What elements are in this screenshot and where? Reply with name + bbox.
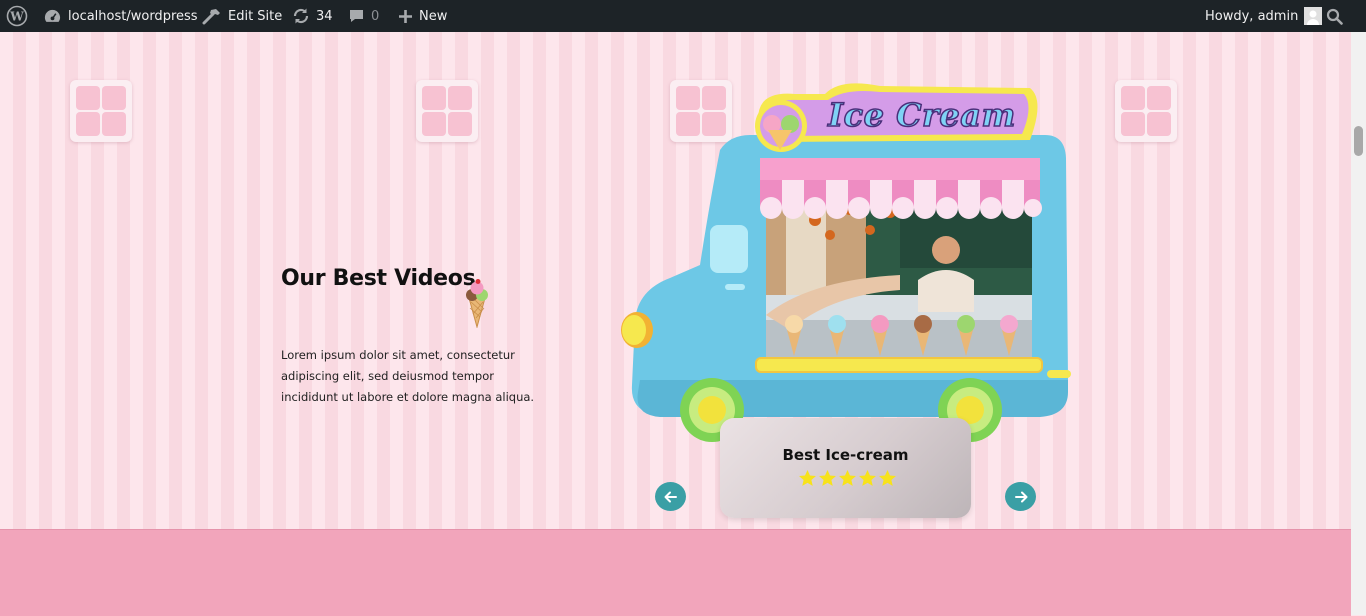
star-icon <box>839 469 856 486</box>
wp-logo-menu[interactable]: W <box>6 0 28 32</box>
page-scrollbar[interactable] <box>1351 32 1366 615</box>
updates-count: 34 <box>316 8 333 24</box>
greeting: Howdy, admin <box>1205 8 1299 24</box>
svg-text:W: W <box>9 10 24 24</box>
card-title: Best Ice-cream <box>782 446 909 464</box>
star-icon <box>859 469 876 486</box>
edit-site-link[interactable]: Edit Site <box>202 0 282 32</box>
comments-link[interactable]: 0 <box>348 0 379 32</box>
account-menu[interactable]: Howdy, admin <box>1205 0 1323 32</box>
dashboard-icon <box>43 7 62 26</box>
updates-link[interactable]: 34 <box>292 0 333 32</box>
prev-slide-button[interactable] <box>655 482 686 511</box>
ice-cream-cone-icon <box>462 278 492 333</box>
admin-bar: W localhost/wordpress Edit Site 34 0 New… <box>0 0 1366 32</box>
star-icon <box>799 469 816 486</box>
section-description: Lorem ipsum dolor sit amet, consectetur … <box>281 348 535 404</box>
edit-site-label: Edit Site <box>228 8 283 24</box>
search-button[interactable] <box>1326 0 1343 32</box>
star-rating <box>798 469 897 488</box>
hammer-icon <box>202 7 222 25</box>
comments-count: 0 <box>371 8 380 24</box>
ice-cream-truck-illustration: Ice Cream <box>600 80 1080 455</box>
wall-window <box>70 80 132 142</box>
wordpress-logo-icon: W <box>6 5 28 27</box>
refresh-icon <box>292 7 310 25</box>
video-card[interactable]: Best Ice-cream <box>720 418 971 518</box>
arrow-left-icon <box>664 490 678 504</box>
scrollbar-thumb[interactable] <box>1354 126 1363 156</box>
wall-window <box>416 80 478 142</box>
search-icon <box>1326 8 1343 25</box>
comment-icon <box>348 8 365 24</box>
site-name-link[interactable]: localhost/wordpress <box>43 0 198 32</box>
avatar <box>1304 7 1323 25</box>
star-icon <box>819 469 836 486</box>
new-content-link[interactable]: New <box>398 0 447 32</box>
next-slide-button[interactable] <box>1005 482 1036 511</box>
wall-window <box>1115 80 1177 142</box>
star-icon <box>879 469 896 486</box>
arrow-right-icon <box>1014 490 1028 504</box>
new-label: New <box>419 8 448 24</box>
next-section-band <box>0 529 1351 616</box>
section-heading: Our Best Videos <box>281 266 476 291</box>
site-name: localhost/wordpress <box>68 8 198 24</box>
truck-sign-text: Ice Cream <box>827 95 1016 135</box>
plus-icon <box>398 9 413 24</box>
